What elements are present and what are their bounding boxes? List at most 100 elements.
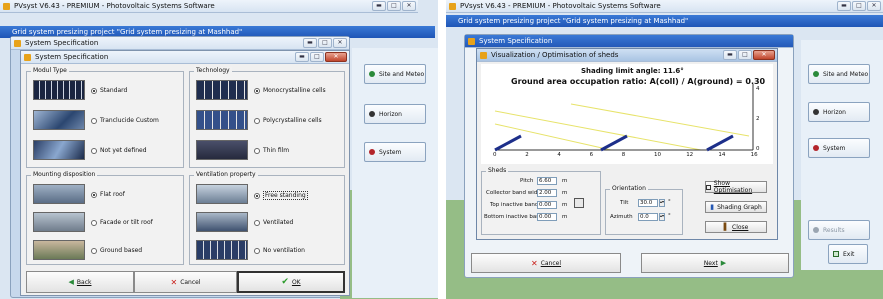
azimuth-field[interactable]: 0.0 [638, 213, 658, 221]
results-icon [813, 227, 819, 233]
no-ventilation-image [196, 240, 248, 260]
minimize-icon[interactable]: ▬ [837, 1, 851, 11]
y-tick-label: 0 [756, 146, 760, 152]
x-tick-label: 10 [654, 152, 661, 158]
shading-ray-3 [494, 123, 612, 151]
close-icon[interactable]: ✕ [402, 1, 416, 11]
undefined-module-image [33, 140, 85, 160]
y-tick-label: 2 [756, 116, 760, 122]
modul-undefined-radio[interactable]: Not yet defined [91, 147, 147, 154]
modul-translucide-radio[interactable]: Tranclucide Custom [91, 117, 159, 124]
tilt-spinner[interactable]: ▴▾ [659, 199, 665, 207]
vent-ventilated-radio[interactable]: Ventilated [254, 219, 293, 226]
tech-mono-radio[interactable]: Monocrystalline cells [254, 87, 326, 94]
panel-diagram-icon [574, 198, 584, 208]
azimuth-spinner[interactable]: ▴▾ [659, 213, 665, 221]
chart-icon [706, 184, 711, 190]
x-tick-label: 12 [686, 152, 694, 158]
free-standing-image [196, 184, 248, 204]
x-tick-label: 2 [525, 152, 529, 158]
translucide-module-image [33, 110, 85, 130]
polycrystalline-image [196, 110, 248, 130]
minimize-icon[interactable]: ▬ [295, 52, 309, 62]
technology-group: Technology Monocrystalline cells Polycry… [189, 67, 345, 168]
pvsyst-app-icon [3, 3, 10, 10]
graph-icon: ▮ [710, 203, 715, 211]
left-app-window-buttons: ▬ □ ✕ [372, 1, 416, 11]
cancel-x-icon: ✕ [530, 258, 538, 268]
maximize-icon[interactable]: □ [387, 1, 401, 11]
check-icon: ✔ [281, 277, 289, 287]
close-icon[interactable]: ✕ [333, 38, 347, 48]
horizon-button[interactable]: Horizon [364, 104, 426, 124]
maximize-icon[interactable]: □ [310, 52, 324, 62]
x-tick-label: 4 [557, 152, 561, 158]
sheds [494, 134, 734, 152]
ground-based-image [33, 240, 85, 260]
site-meteo-button[interactable]: Site and Meteo [364, 64, 426, 84]
shed-2 [600, 134, 628, 152]
system-icon [813, 145, 819, 151]
collector-width-field[interactable]: 2.00 [537, 189, 557, 197]
monocrystalline-image [196, 80, 248, 100]
shading-lines [494, 103, 750, 151]
cancel-x-icon: ✕ [170, 277, 178, 287]
site-meteo-button[interactable]: Site and Meteo [808, 64, 870, 84]
flat-roof-image [33, 184, 85, 204]
exit-icon [833, 251, 839, 257]
next-arrow-icon: ▶ [720, 259, 727, 267]
next-button[interactable]: Next ▶ [641, 253, 789, 273]
tech-thin-radio[interactable]: Thin film [254, 147, 289, 154]
mount-ground-radio[interactable]: Ground based [91, 247, 142, 254]
tilt-field[interactable]: 30.0 [638, 199, 658, 207]
close-icon[interactable]: ✕ [867, 1, 881, 11]
tech-poly-radio[interactable]: Polycrystalline cells [254, 117, 322, 124]
minimize-icon[interactable]: ▬ [303, 38, 317, 48]
mount-facade-radio[interactable]: Facade or tilt roof [91, 219, 153, 226]
horizon-icon [813, 109, 819, 115]
dialog-icon [480, 52, 487, 59]
modul-standard-radio[interactable]: Standard [91, 87, 127, 94]
shed-1 [494, 134, 522, 152]
sheds-visualization-dialog: Visualization / Optimisation of sheds ▬ □… [476, 48, 778, 240]
pitch-field[interactable]: 6.60 [537, 177, 557, 185]
shading-ray-2 [570, 103, 750, 137]
orientation-group: Orientation Tilt 30.0 ▴▾ ° Azimuth 0.0 ▴… [605, 185, 683, 235]
cancel-button[interactable]: ✕ Cancel [471, 253, 621, 273]
ok-button[interactable]: ✔ OK [237, 271, 345, 293]
close-icon[interactable]: ✕ [325, 52, 347, 62]
x-tick-label: 6 [589, 152, 594, 158]
top-inactive-field[interactable]: 0.00 [537, 201, 557, 209]
cancel-button[interactable]: ✕ Cancel [134, 271, 237, 293]
minimize-icon[interactable]: ▬ [372, 1, 386, 11]
mount-flat-radio[interactable]: Flat roof [91, 191, 125, 198]
subdialog-titlebar: System Specification ▬ □ ✕ [21, 51, 349, 64]
maximize-icon[interactable]: □ [318, 38, 332, 48]
viz-titlebar: Visualization / Optimisation of sheds ▬ □… [477, 49, 777, 62]
minimize-icon[interactable]: ▬ [723, 50, 737, 60]
results-button[interactable]: Results [808, 220, 870, 240]
system-button[interactable]: System [364, 142, 426, 162]
shading-graph-button[interactable]: ▮ Shading Graph [705, 201, 767, 213]
close-icon[interactable]: ✕ [753, 50, 775, 60]
right-screenshot: PVsyst V6.43 - PREMIUM - Photovoltaic Sy… [446, 0, 883, 299]
vent-free-radio[interactable]: Free standing [254, 191, 308, 200]
left-screenshot: PVsyst V6.43 - PREMIUM - Photovoltaic Sy… [0, 0, 438, 299]
standard-module-image [33, 80, 85, 100]
back-button[interactable]: ◀ Back [26, 271, 134, 293]
dialog-icon [24, 54, 31, 61]
back-arrow-icon: ◀ [68, 278, 74, 286]
thin-film-image [196, 140, 248, 160]
horizon-button[interactable]: Horizon [808, 102, 870, 122]
close-button[interactable]: ▌ Close [705, 221, 767, 233]
left-app-title: PVsyst V6.43 - PREMIUM - Photovoltaic Sy… [14, 2, 215, 10]
maximize-icon[interactable]: □ [852, 1, 866, 11]
exit-button[interactable]: Exit [828, 244, 868, 264]
show-optimisation-button[interactable]: Show Optimisation [705, 180, 767, 194]
dialog-icon [468, 38, 475, 45]
vent-none-radio[interactable]: No ventilation [254, 247, 305, 254]
globe-icon [369, 71, 375, 77]
system-button[interactable]: System [808, 138, 870, 158]
bottom-inactive-field[interactable]: 0.00 [537, 213, 557, 221]
maximize-icon[interactable]: □ [738, 50, 752, 60]
